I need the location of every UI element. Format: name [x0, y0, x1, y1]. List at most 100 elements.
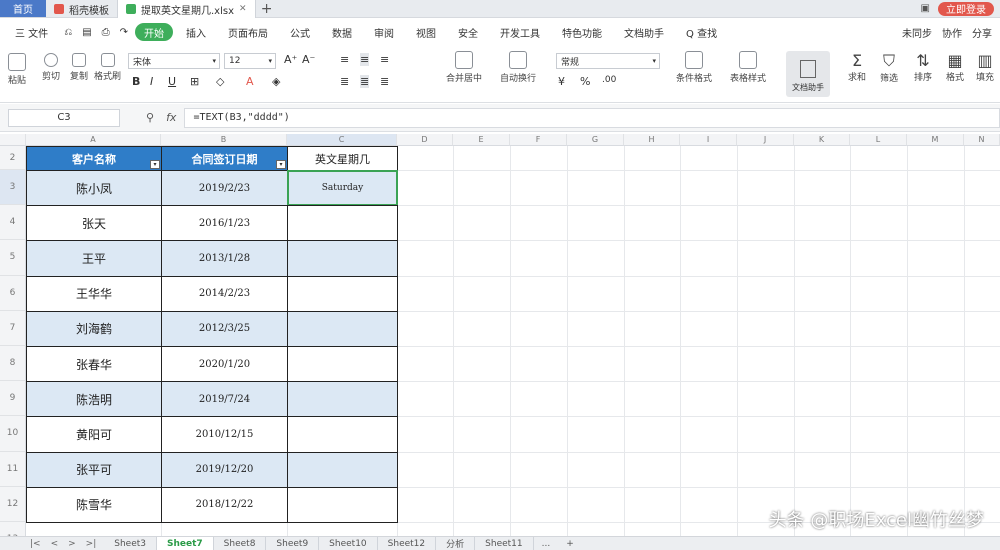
column-header-k[interactable]: K	[794, 134, 850, 146]
sheet-tab-5[interactable]: Sheet12	[378, 537, 437, 550]
cell-customer-name[interactable]: 陈浩明	[26, 381, 162, 418]
cell-customer-name[interactable]: 张春华	[26, 346, 162, 383]
more-sheets-button[interactable]: ...	[534, 539, 559, 549]
cell-contract-date[interactable]: 2016/1/23	[161, 205, 288, 242]
cell-contract-date[interactable]: 2020/1/20	[161, 346, 288, 383]
filter-dropdown-icon[interactable]: ▾	[150, 160, 160, 169]
align-middle-icon[interactable]: ≡	[360, 53, 370, 66]
fill-button[interactable]: ▥ 填充	[976, 51, 994, 83]
header-weekday[interactable]: 英文星期几	[287, 146, 398, 171]
window-icon[interactable]: ▣	[921, 3, 930, 14]
tab-data[interactable]: 数据	[323, 23, 361, 41]
copy-button[interactable]: 复制	[70, 53, 88, 82]
column-header-j[interactable]: J	[737, 134, 794, 146]
column-header-h[interactable]: H	[624, 134, 680, 146]
fx-icon[interactable]: fx	[166, 111, 176, 124]
file-menu[interactable]: 三 文件	[6, 23, 57, 41]
sheet-tab-0[interactable]: Sheet3	[104, 537, 157, 550]
row-header-12[interactable]: 12	[0, 486, 26, 522]
percent-icon[interactable]: %	[580, 75, 590, 88]
column-header-g[interactable]: G	[567, 134, 624, 146]
zoom-icon[interactable]: ⚲	[146, 111, 154, 124]
cell-weekday[interactable]	[287, 240, 398, 277]
tab-doc-assistant[interactable]: 文档助手	[615, 23, 673, 41]
home-tab[interactable]: 首页	[0, 0, 46, 17]
conditional-format-button[interactable]: 条件格式	[676, 51, 712, 84]
merge-center-button[interactable]: 合并居中	[446, 51, 482, 84]
sheet-tab-1[interactable]: Sheet7	[157, 537, 214, 550]
column-header-b[interactable]: B	[161, 134, 287, 146]
tab-home[interactable]: 开始	[135, 23, 174, 41]
select-all-corner[interactable]	[0, 134, 26, 146]
cell-customer-name[interactable]: 陈雪华	[26, 486, 162, 523]
row-header-6[interactable]: 6	[0, 275, 26, 311]
column-header-c[interactable]: C	[287, 134, 397, 146]
formula-input[interactable]: =TEXT(B3,"dddd")	[184, 107, 1000, 128]
align-bottom-icon[interactable]: ≡	[380, 53, 389, 66]
close-icon[interactable]: ✕	[239, 4, 247, 14]
format-painter-button[interactable]: 格式刷	[94, 53, 121, 82]
column-header-f[interactable]: F	[510, 134, 567, 146]
header-customer-name[interactable]: 客户名称 ▾	[26, 146, 162, 171]
font-size-select[interactable]: 12 ▾	[224, 53, 276, 69]
cell-weekday[interactable]	[287, 275, 398, 312]
tab-docer[interactable]: 稻壳模板	[46, 0, 118, 18]
underline-icon[interactable]: U	[168, 75, 176, 88]
cell-customer-name[interactable]: 黄阳可	[26, 416, 162, 453]
cell-weekday[interactable]	[287, 416, 398, 453]
row-header-5[interactable]: 5	[0, 240, 26, 276]
align-left-icon[interactable]: ≣	[340, 75, 349, 88]
last-sheet-icon[interactable]: >|	[86, 539, 97, 549]
table-style-button[interactable]: 表格样式	[730, 51, 766, 84]
column-header-e[interactable]: E	[453, 134, 510, 146]
cell-contract-date[interactable]: 2010/12/15	[161, 416, 288, 453]
tab-features[interactable]: 特色功能	[553, 23, 611, 41]
wrap-text-button[interactable]: 自动换行	[500, 51, 536, 84]
search-button[interactable]: Q 查找	[677, 23, 726, 41]
collaborate-button[interactable]: 协作	[942, 25, 962, 40]
cell-customer-name[interactable]: 王华华	[26, 275, 162, 312]
align-top-icon[interactable]: ≡	[340, 53, 349, 66]
bold-icon[interactable]: B	[132, 75, 140, 88]
align-center-icon[interactable]: ≣	[360, 75, 370, 88]
cell-contract-date[interactable]: 2019/2/23	[161, 170, 288, 207]
column-header-l[interactable]: L	[850, 134, 907, 146]
cell-contract-date[interactable]: 2013/1/28	[161, 240, 288, 277]
sum-button[interactable]: Σ 求和	[848, 51, 866, 83]
menu-undo-icon[interactable]: ⎌	[61, 23, 75, 41]
name-box[interactable]: C3	[8, 108, 120, 127]
cell-customer-name[interactable]: 陈小凤	[26, 170, 162, 207]
italic-icon[interactable]: I	[150, 75, 153, 88]
menu-save-icon[interactable]: ▤	[79, 23, 94, 41]
prev-sheet-icon[interactable]: <	[51, 539, 59, 549]
login-button[interactable]: 立即登录	[938, 1, 994, 16]
format-button[interactable]: ▦ 格式	[946, 51, 964, 83]
cell-customer-name[interactable]: 刘海鹤	[26, 310, 162, 347]
cell-contract-date[interactable]: 2019/12/20	[161, 451, 288, 488]
sheet-tab-3[interactable]: Sheet9	[266, 537, 320, 550]
sheet-tab-6[interactable]: 分析	[436, 537, 476, 550]
header-contract-date[interactable]: 合同签订日期 ▾	[161, 146, 288, 171]
row-header-2[interactable]: 2	[0, 146, 26, 170]
cell-customer-name[interactable]: 张平可	[26, 451, 162, 488]
sync-status[interactable]: 未同步	[902, 25, 932, 40]
cell-weekday[interactable]	[287, 381, 398, 418]
font-color-icon[interactable]: A	[246, 75, 254, 88]
sheet-tab-7[interactable]: Sheet11	[475, 537, 534, 550]
sheet-tab-2[interactable]: Sheet8	[214, 537, 267, 550]
decimal-icon[interactable]: .00	[602, 75, 616, 85]
row-header-11[interactable]: 11	[0, 451, 26, 487]
tab-workbook[interactable]: 提取英文星期几.xlsx ✕	[118, 0, 256, 18]
active-cell-weekday[interactable]: Saturday	[287, 170, 398, 207]
cell-weekday[interactable]	[287, 451, 398, 488]
row-header-4[interactable]: 4	[0, 205, 26, 241]
doc-assistant-button[interactable]: 文档助手	[786, 51, 830, 97]
row-header-13[interactable]: 13	[0, 522, 26, 536]
font-grow-icon[interactable]: A⁺	[284, 53, 297, 66]
tab-view[interactable]: 视图	[407, 23, 445, 41]
first-sheet-icon[interactable]: |<	[30, 539, 41, 549]
tab-security[interactable]: 安全	[449, 23, 487, 41]
next-sheet-icon[interactable]: >	[68, 539, 76, 549]
add-sheet-button[interactable]: +	[558, 539, 582, 549]
row-header-9[interactable]: 9	[0, 381, 26, 417]
